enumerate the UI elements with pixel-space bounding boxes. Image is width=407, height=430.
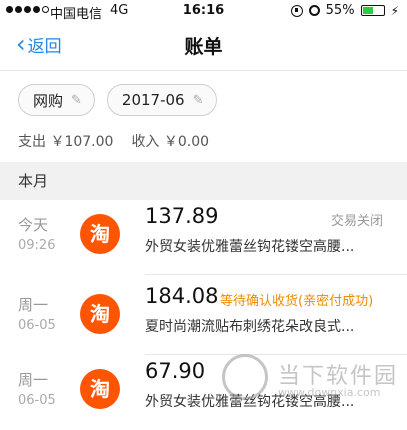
transaction-status: 等待确认收货(亲密付成功) (220, 294, 374, 309)
taobao-icon: 淘 (80, 294, 120, 334)
section-header: 本月 (0, 162, 407, 200)
transaction-row[interactable]: 今天 09:26 淘 137.89 交易关闭 外贸女装优雅蕾丝钩花镂空高腰... (0, 200, 407, 275)
category-filter-label: 网购 (33, 91, 64, 110)
battery-icon (360, 5, 385, 16)
transaction-description: 外贸女装优雅蕾丝钩花镂空高腰... (145, 394, 355, 410)
transaction-time: 06-05 (18, 393, 56, 408)
transaction-row[interactable]: 周一 06-05 淘 184.08 等待确认收货(亲密付成功) 夏时尚潮流贴布刺… (0, 280, 407, 355)
divider (145, 274, 407, 275)
month-filter[interactable]: 2017-06 ✎ (106, 84, 217, 116)
alarm-icon (308, 5, 320, 16)
transaction-day: 周一 (18, 296, 49, 314)
category-filter[interactable]: 网购 ✎ (18, 84, 95, 116)
transaction-description: 夏时尚潮流贴布刺绣花朵改良式... (145, 319, 355, 335)
pencil-icon: ✎ (71, 92, 82, 108)
charging-icon: ⚡ (390, 3, 399, 18)
transaction-status: 交易关闭 (330, 214, 383, 229)
transaction-amount: 67.90 (145, 359, 206, 383)
status-bar: 中国电信 4G 16:16 55% ⚡ (0, 0, 407, 24)
rotation-lock-icon (290, 4, 303, 17)
transaction-day: 今天 (18, 216, 49, 234)
taobao-icon: 淘 (80, 369, 120, 409)
taobao-icon: 淘 (80, 214, 120, 254)
battery-percent: 55% (325, 3, 355, 18)
page-title: 账单 (184, 36, 223, 58)
expense-total: 支出 ￥107.00 (18, 134, 114, 150)
income-total: 收入 ￥0.00 (131, 134, 210, 150)
transaction-amount: 184.08 (145, 284, 219, 308)
transaction-description: 外贸女装优雅蕾丝钩花镂空高腰... (145, 239, 355, 255)
nav-bar: ‹ 返回 账单 (0, 26, 407, 66)
transaction-amount: 137.89 (145, 204, 219, 228)
filter-bar: 网购 ✎ 2017-06 ✎ (18, 84, 217, 116)
battery-level (362, 7, 373, 14)
month-filter-label: 2017-06 (121, 91, 185, 109)
divider (0, 70, 407, 71)
transaction-row[interactable]: 周一 06-05 淘 67.90 外贸女装优雅蕾丝钩花镂空高腰... (0, 355, 407, 430)
pencil-icon: ✎ (192, 92, 204, 108)
transaction-time: 06-05 (18, 318, 56, 333)
transaction-time: 09:26 (18, 238, 56, 253)
summary: 支出 ￥107.00 收入 ￥0.00 (18, 131, 209, 151)
transaction-day: 周一 (18, 371, 49, 389)
